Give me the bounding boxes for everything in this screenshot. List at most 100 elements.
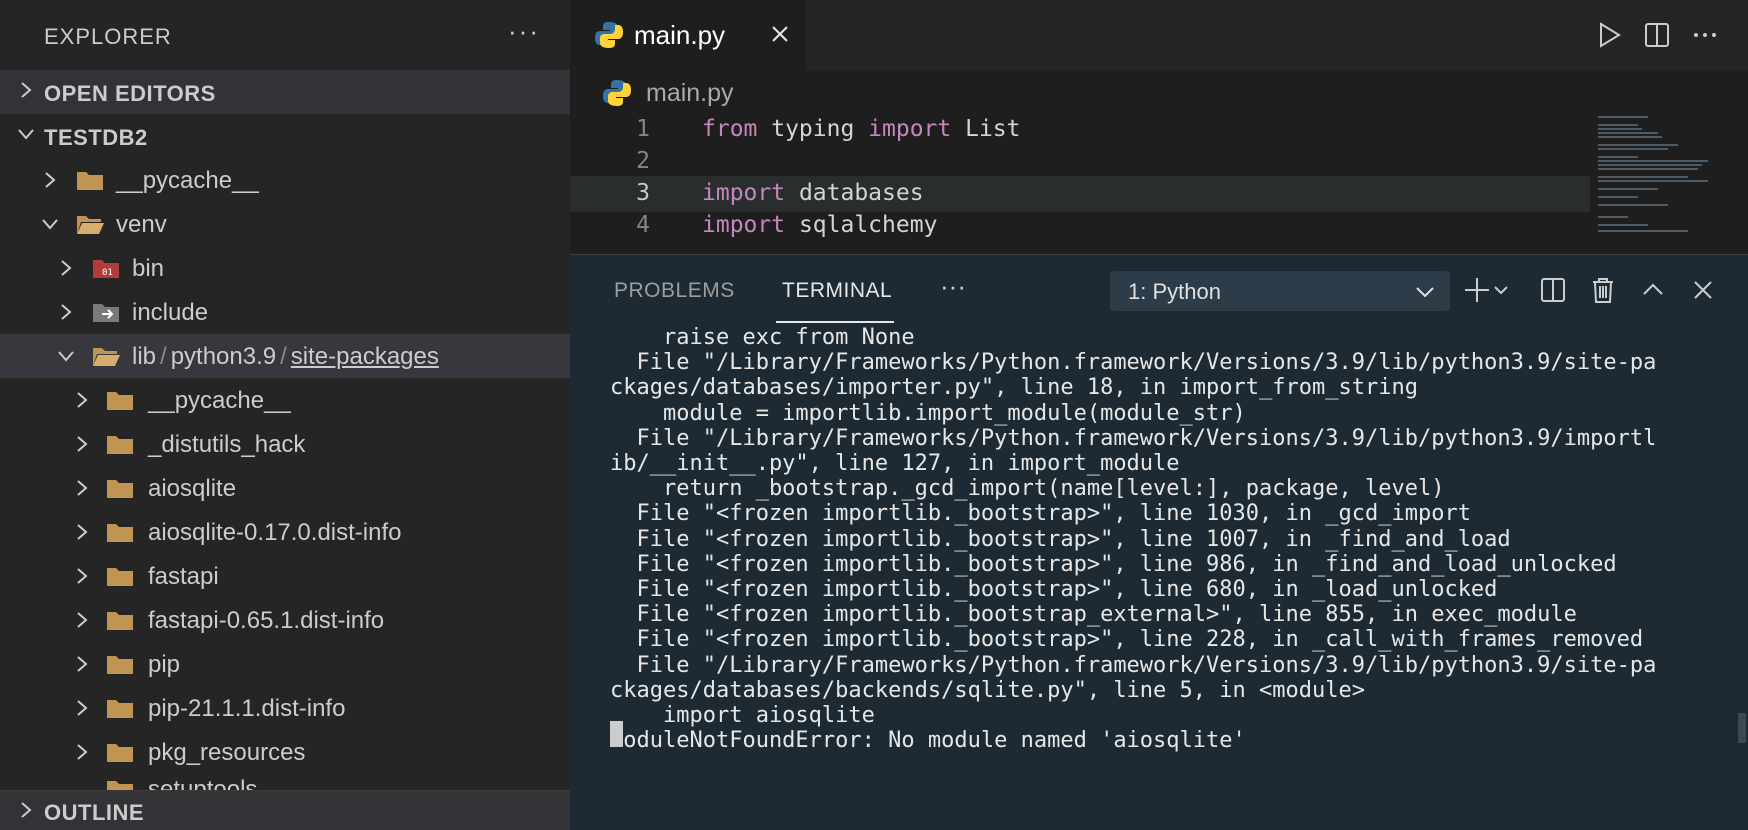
close-icon[interactable] xyxy=(1688,275,1718,305)
add-terminal-icon[interactable] xyxy=(1462,275,1492,305)
python-icon xyxy=(603,80,631,106)
folder-icon xyxy=(107,436,133,454)
tab-terminal[interactable]: TERMINAL xyxy=(782,279,892,303)
terminal-select-dropdown[interactable]: 1: Python xyxy=(1110,271,1450,311)
section-label: TESTDB2 xyxy=(44,125,148,150)
active-tab-indicator xyxy=(776,321,894,323)
folder-icon xyxy=(107,480,133,498)
code-text: import sqlalchemy xyxy=(702,212,937,238)
tree-item-label: venv xyxy=(116,211,167,238)
chevron-down-icon[interactable] xyxy=(1492,275,1510,305)
code-text: import databases xyxy=(702,180,924,206)
run-icon[interactable] xyxy=(1594,20,1624,50)
code-token: sqlalchemy xyxy=(785,212,938,238)
trash-icon[interactable] xyxy=(1588,275,1618,305)
explorer-sidebar: EXPLORER ··· OPEN EDITORS TESTDB2 __pyca… xyxy=(0,0,570,830)
code-line: 1 from typing import List xyxy=(570,112,1590,148)
section-outline[interactable]: OUTLINE xyxy=(0,790,570,830)
close-icon[interactable] xyxy=(768,22,792,46)
folder-open-icon xyxy=(93,348,120,366)
terminal-line: return _bootstrap._gcd_import(name[level… xyxy=(610,476,1445,502)
tree-item-label: fastapi-0.65.1.dist-info xyxy=(148,607,385,634)
chevron-right-icon xyxy=(77,744,88,760)
tree-item-venv[interactable]: venv xyxy=(0,202,570,246)
panel-more-button[interactable]: ··· xyxy=(940,271,966,302)
include-folder-icon xyxy=(93,304,119,322)
terminal-scrollbar[interactable] xyxy=(1738,713,1746,743)
breadcrumb-file[interactable]: main.py xyxy=(646,79,734,108)
tree-item-fastapi-dist-info[interactable]: fastapi-0.65.1.dist-info xyxy=(0,598,570,642)
terminal-line: File "<frozen importlib._bootstrap_exter… xyxy=(610,602,1577,628)
chevron-right-icon xyxy=(77,436,88,452)
chevron-right-icon xyxy=(77,480,88,496)
svg-text:01: 01 xyxy=(102,268,113,278)
tree-item-fastapi[interactable]: fastapi xyxy=(0,554,570,598)
more-actions-icon[interactable] xyxy=(1690,20,1720,50)
tree-item-aiosqlite-dist-info[interactable]: aiosqlite-0.17.0.dist-info xyxy=(0,510,570,554)
section-open-editors[interactable]: OPEN EDITORS xyxy=(0,70,570,114)
folder-icon xyxy=(107,700,133,718)
terminal-line: File "<frozen importlib._bootstrap>", li… xyxy=(610,577,1498,603)
tree-item-lib-site-packages[interactable]: lib / python3.9/site-packages xyxy=(0,334,570,378)
chevron-down-icon xyxy=(58,351,74,362)
code-keyword: from xyxy=(702,116,758,142)
folder-icon xyxy=(107,744,133,762)
code-keyword: import xyxy=(702,180,786,206)
tree-item-setuptools[interactable]: setuptools xyxy=(0,774,570,790)
terminal-line: ckages/databases/importer.py", line 18, … xyxy=(610,375,1418,401)
bottom-panel: PROBLEMS TERMINAL ··· 1: Python raise ex… xyxy=(570,254,1748,830)
terminal-line: File "/Library/Frameworks/Python.framewo… xyxy=(610,652,1657,678)
code-token: typing xyxy=(757,116,869,142)
terminal-line: File "<frozen importlib._bootstrap>", li… xyxy=(610,551,1617,577)
tree-item-include[interactable]: include xyxy=(0,290,570,334)
terminal-line: File "<frozen importlib._bootstrap>", li… xyxy=(610,501,1471,527)
path-part: python3.9 xyxy=(170,343,277,370)
tree-item-label: setuptools xyxy=(148,776,258,790)
tree-item-label: lib / python3.9/site-packages xyxy=(132,343,439,371)
tab-main-py[interactable]: main.py xyxy=(570,0,806,70)
split-editor-icon[interactable] xyxy=(1642,20,1672,50)
split-terminal-icon[interactable] xyxy=(1538,275,1568,305)
explorer-more-actions-button[interactable]: ··· xyxy=(508,16,540,47)
chevron-right-icon xyxy=(61,260,72,276)
code-line-current: 3 import databases xyxy=(570,176,1590,212)
chevron-right-icon xyxy=(77,568,88,584)
chevron-up-icon[interactable] xyxy=(1638,275,1668,305)
code-token: databases xyxy=(785,180,924,206)
path-part: site-packages xyxy=(290,343,439,370)
tree-item-pip[interactable]: pip xyxy=(0,642,570,686)
terminal-select-value: 1: Python xyxy=(1128,279,1221,304)
section-label: OUTLINE xyxy=(44,800,145,825)
minimap[interactable] xyxy=(1590,112,1730,252)
section-project[interactable]: TESTDB2 xyxy=(0,114,570,158)
path-part: lib xyxy=(132,343,157,370)
folder-icon xyxy=(107,568,133,586)
chevron-right-icon xyxy=(61,304,72,320)
tree-item-bin[interactable]: 01 bin xyxy=(0,246,570,290)
folder-icon xyxy=(107,781,133,790)
terminal-output[interactable]: raise exc from None File "/Library/Frame… xyxy=(610,325,1730,825)
code-editor[interactable]: 1 from typing import List 2 3 import dat… xyxy=(570,112,1748,252)
tree-item-label: __pycache__ xyxy=(148,387,291,414)
terminal-line: File "<frozen importlib._bootstrap>", li… xyxy=(610,627,1644,653)
terminal-line: ModuleNotFoundError: No module named 'ai… xyxy=(610,728,1246,754)
explorer-header: EXPLORER ··· xyxy=(0,0,570,70)
code-text: from typing import List xyxy=(702,116,1021,142)
tree-item-label: include xyxy=(132,299,209,326)
tree-item-pkg-resources[interactable]: pkg_resources xyxy=(0,730,570,774)
chevron-right-icon xyxy=(21,82,32,98)
tree-item-distutils-hack[interactable]: _distutils_hack xyxy=(0,422,570,466)
folder-icon xyxy=(107,656,133,674)
tree-item-aiosqlite[interactable]: aiosqlite xyxy=(0,466,570,510)
code-keyword: import xyxy=(702,212,786,238)
folder-open-icon xyxy=(77,216,104,234)
tab-problems[interactable]: PROBLEMS xyxy=(614,279,735,303)
tree-item-pycache[interactable]: __pycache__ xyxy=(0,158,570,202)
terminal-line: import aiosqlite xyxy=(610,703,875,729)
chevron-right-icon xyxy=(77,392,88,408)
tree-item-pip-dist-info[interactable]: pip-21.1.1.dist-info xyxy=(0,686,570,730)
terminal-line: raise exc from None xyxy=(610,325,915,350)
tree-item-pycache[interactable]: __pycache__ xyxy=(0,378,570,422)
explorer-title: EXPLORER xyxy=(44,24,172,49)
editor-area: main.py main.py 1 from typing import Lis… xyxy=(570,0,1748,830)
